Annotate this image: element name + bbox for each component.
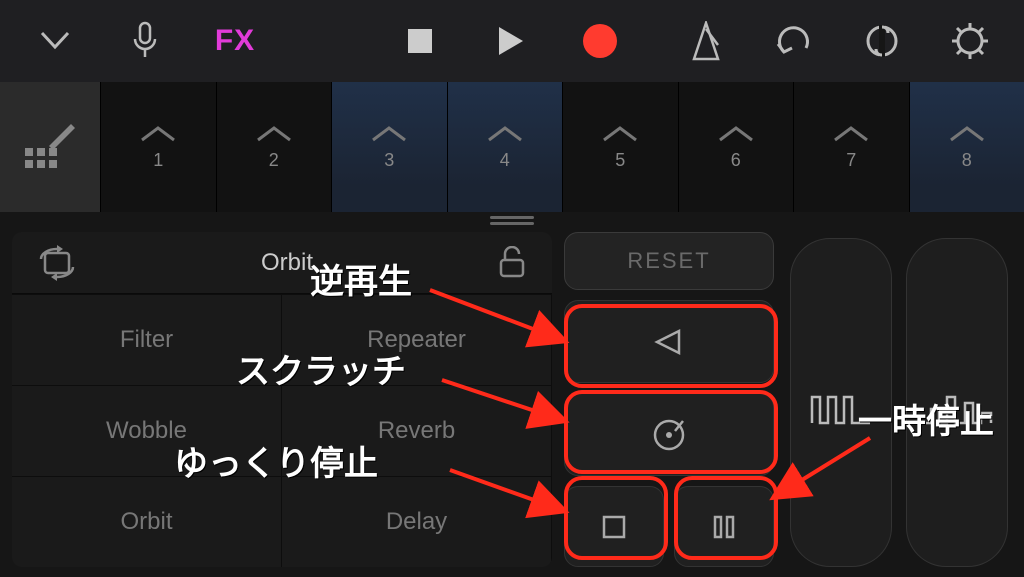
stop-button[interactable] [375, 0, 465, 82]
fx-button[interactable]: FX [190, 0, 280, 82]
track-number: 1 [153, 150, 163, 171]
play-button[interactable] [465, 0, 555, 82]
track-slot-7[interactable]: 7 [793, 82, 909, 212]
pause-icon [711, 513, 737, 541]
pause-pad[interactable] [674, 486, 774, 567]
loop-button[interactable] [838, 0, 926, 82]
slider-gate[interactable] [790, 238, 892, 567]
fx-item-delay[interactable]: Delay [282, 476, 552, 567]
track-slot-3[interactable]: 3 [331, 82, 447, 212]
reverse-icon [651, 327, 687, 357]
gate-icon [791, 389, 891, 427]
rotate-icon[interactable] [12, 245, 102, 281]
track-slot-5[interactable]: 5 [562, 82, 678, 212]
track-number: 3 [384, 150, 394, 171]
toolbar-right [662, 0, 1014, 82]
fx-title: Orbit [102, 249, 472, 277]
menu-triangle-button[interactable] [10, 0, 100, 82]
track-slot-4[interactable]: 4 [447, 82, 563, 212]
fx-item-reverb[interactable]: Reverb [282, 385, 552, 476]
fx-sliders [786, 232, 1012, 567]
transport-pads: RESET [564, 232, 774, 567]
transport-controls [375, 0, 645, 82]
fx-item-orbit[interactable]: Orbit [12, 476, 282, 567]
track-slot-6[interactable]: 6 [678, 82, 794, 212]
track-number: 6 [731, 150, 741, 171]
track-number: 4 [500, 150, 510, 171]
stop-outline-icon [600, 513, 628, 541]
top-toolbar: FX [0, 0, 1024, 82]
undo-button[interactable] [750, 0, 838, 82]
drag-handle[interactable] [490, 216, 534, 226]
turntable-icon [649, 415, 689, 455]
track-slot-2[interactable]: 2 [216, 82, 332, 212]
fx-selector: Orbit Filter Repeater Wobble Reverb Orbi… [12, 232, 552, 567]
track-number: 7 [846, 150, 856, 171]
track-number: 8 [962, 150, 972, 171]
record-icon [583, 24, 617, 58]
track-row: 1 2 3 4 5 6 7 8 [0, 82, 1024, 212]
fx-item-repeater[interactable]: Repeater [282, 294, 552, 385]
mic-button[interactable] [100, 0, 190, 82]
edit-cells-button[interactable] [0, 82, 100, 212]
slider-downsample[interactable] [906, 238, 1008, 567]
reverse-pad[interactable] [564, 300, 774, 383]
lock-button[interactable] [472, 246, 552, 280]
downsample-icon [907, 389, 1007, 429]
fx-item-wobble[interactable]: Wobble [12, 385, 282, 476]
scratch-pad[interactable] [564, 393, 774, 476]
track-number: 2 [269, 150, 279, 171]
metronome-button[interactable] [662, 0, 750, 82]
record-button[interactable] [555, 0, 645, 82]
fx-panel: Orbit Filter Repeater Wobble Reverb Orbi… [12, 232, 1012, 567]
track-slot-1[interactable]: 1 [100, 82, 216, 212]
track-slot-8[interactable]: 8 [909, 82, 1024, 212]
fx-item-filter[interactable]: Filter [12, 294, 282, 385]
track-number: 5 [615, 150, 625, 171]
reset-button[interactable]: RESET [564, 232, 774, 290]
settings-button[interactable] [926, 0, 1014, 82]
slowstop-pad[interactable] [564, 486, 664, 567]
